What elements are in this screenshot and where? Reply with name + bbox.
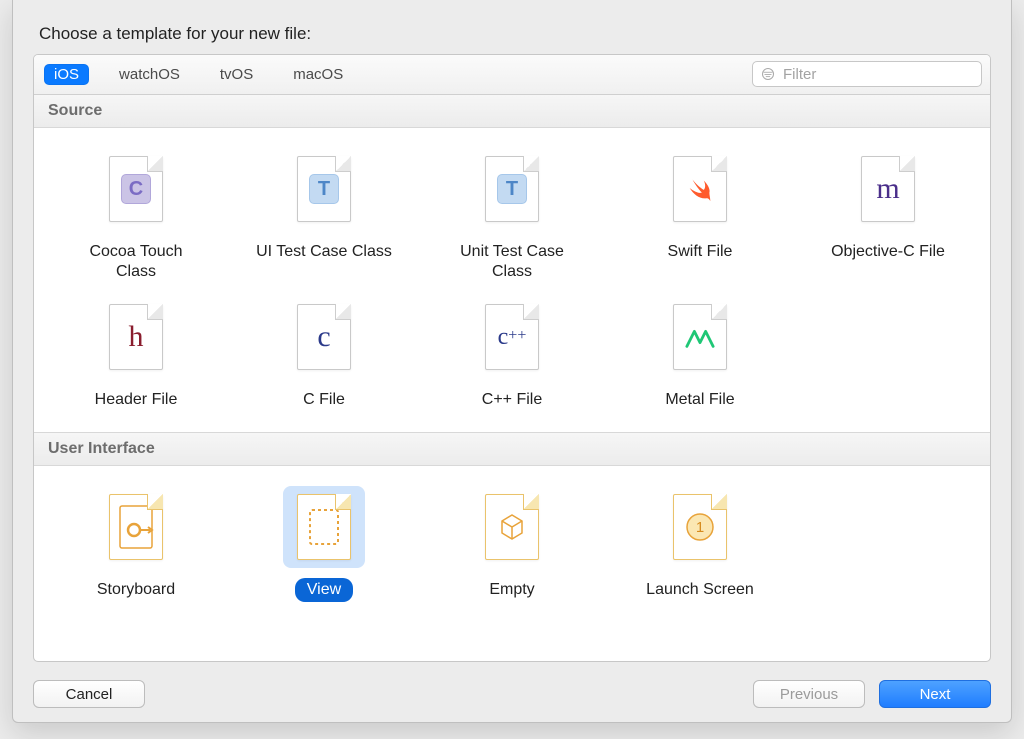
template-label: Cocoa Touch Class <box>56 240 216 284</box>
platform-tabs: iOS watchOS tvOS macOS <box>42 64 353 85</box>
template-icon <box>95 486 177 568</box>
template-label: C++ File <box>470 388 554 412</box>
previous-button[interactable]: Previous <box>753 680 865 708</box>
template-icon <box>471 486 553 568</box>
template-empty[interactable]: Empty <box>418 476 606 604</box>
template-icon <box>659 296 741 378</box>
template-icon: T <box>283 148 365 230</box>
filter-icon <box>761 67 775 81</box>
template-label: Launch Screen <box>634 578 766 602</box>
new-file-sheet: Choose a template for your new file: iOS… <box>12 0 1012 723</box>
template-icon <box>283 486 365 568</box>
filter-input[interactable] <box>781 65 984 84</box>
template-swift-file[interactable]: Swift File <box>606 138 794 286</box>
template-label: Swift File <box>656 240 745 264</box>
template-list: Source C Cocoa Touch Class T UI Test Case Cl… <box>34 95 990 661</box>
platform-tab-watchos[interactable]: watchOS <box>109 64 190 85</box>
template-ui-test-case-class[interactable]: T UI Test Case Class <box>230 138 418 286</box>
sheet-title: Choose a template for your new file: <box>39 24 985 44</box>
footer: Cancel Previous Next <box>33 668 991 708</box>
template-header-file[interactable]: h Header File <box>42 286 230 414</box>
template-view[interactable]: View <box>230 476 418 604</box>
template-icon: c <box>283 296 365 378</box>
platform-tab-tvos[interactable]: tvOS <box>210 64 263 85</box>
section-header-source: Source <box>34 95 990 128</box>
template-label: UI Test Case Class <box>244 240 404 264</box>
template-panel: iOS watchOS tvOS macOS Source C Cocoa Touch C… <box>33 54 991 662</box>
section-header-user-interface: User Interface <box>34 432 990 466</box>
template-icon: C <box>95 148 177 230</box>
platform-tab-macos[interactable]: macOS <box>283 64 353 85</box>
template-label: Storyboard <box>85 578 187 602</box>
template-label: Empty <box>477 578 546 602</box>
next-button[interactable]: Next <box>879 680 991 708</box>
template-cplusplus-file[interactable]: c++ C++ File <box>418 286 606 414</box>
template-label: Metal File <box>653 388 746 412</box>
template-c-file[interactable]: c C File <box>230 286 418 414</box>
template-label: Unit Test Case Class <box>432 240 592 284</box>
template-metal-file[interactable]: Metal File <box>606 286 794 414</box>
cancel-button[interactable]: Cancel <box>33 680 145 708</box>
template-storyboard[interactable]: Storyboard <box>42 476 230 604</box>
section-grid: C Cocoa Touch Class T UI Test Case Class T Un… <box>34 128 990 432</box>
platform-tab-ios[interactable]: iOS <box>44 64 89 85</box>
template-label: View <box>295 578 353 602</box>
template-icon: 1 <box>659 486 741 568</box>
template-label: Objective-C File <box>819 240 957 264</box>
template-label: Header File <box>83 388 190 412</box>
template-icon: h <box>95 296 177 378</box>
svg-text:1: 1 <box>696 519 704 536</box>
filter-field[interactable] <box>752 61 982 87</box>
template-objective-c-file[interactable]: m Objective-C File <box>794 138 982 286</box>
template-unit-test-case-class[interactable]: T Unit Test Case Class <box>418 138 606 286</box>
template-icon: T <box>471 148 553 230</box>
template-icon: m <box>847 148 929 230</box>
topbar: iOS watchOS tvOS macOS <box>34 55 990 95</box>
template-label: C File <box>291 388 357 412</box>
template-launch-screen[interactable]: 1 Launch Screen <box>606 476 794 604</box>
section-grid: Storyboard View Empty 1 Launch Screen <box>34 466 990 622</box>
template-icon: c++ <box>471 296 553 378</box>
template-icon <box>659 148 741 230</box>
template-cocoa-touch-class[interactable]: C Cocoa Touch Class <box>42 138 230 286</box>
